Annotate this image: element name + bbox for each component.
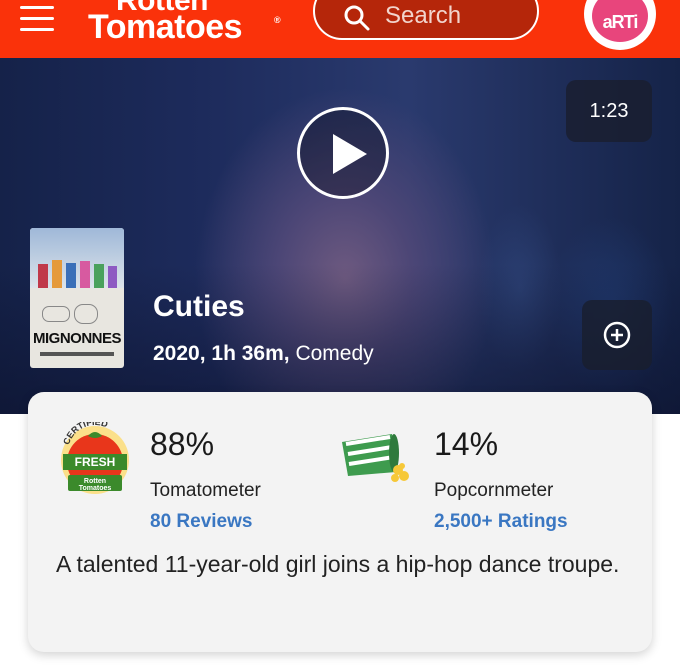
genre: Comedy [295, 342, 374, 365]
tomatometer-label: Tomatometer [150, 480, 261, 501]
search-placeholder: Search [385, 2, 462, 29]
year-runtime: 2020, 1h 36m, [153, 342, 290, 365]
movie-meta: 2020, 1h 36m, Comedy [153, 342, 374, 366]
video-hero[interactable]: 1:23 MIGNONNES Cuties 2020, 1h 36m, Come… [0, 58, 680, 414]
search-input[interactable]: Search [313, 0, 539, 40]
hamburger-menu-icon[interactable] [20, 4, 56, 32]
popcornmeter-ratings-link[interactable]: 2,500+ Ratings [434, 511, 568, 533]
svg-text:Rotten: Rotten [84, 478, 106, 485]
add-to-watchlist-button[interactable] [582, 300, 652, 370]
synopsis: A talented 11-year-old girl joins a hip-… [56, 551, 620, 577]
tomatometer-score: 88% [150, 426, 215, 462]
search-icon [344, 5, 370, 31]
play-icon [333, 134, 367, 174]
certified-fresh-icon: CERTIFIED FRESH Rotten Tomatoes [61, 422, 129, 494]
video-duration: 1:23 [566, 80, 652, 142]
plus-circle-icon [603, 321, 631, 349]
poster-title: MIGNONNES [32, 330, 122, 347]
rotten-tomatoes-logo[interactable]: Rotten Tomatoes ® [88, 0, 281, 46]
logo-line-2: Tomatoes [88, 8, 243, 46]
avatar[interactable]: aRTi [584, 0, 656, 50]
ratings-card: CERTIFIED FRESH Rotten Tomatoes 88% Toma… [28, 392, 652, 652]
spilled-popcorn-icon [342, 434, 409, 482]
movie-title: Cuties [153, 290, 245, 323]
play-button[interactable] [297, 107, 389, 199]
avatar-label: aRTi [592, 0, 648, 42]
svg-text:Tomatoes: Tomatoes [79, 485, 112, 492]
popcornmeter-label: Popcornmeter [434, 480, 554, 501]
movie-poster[interactable]: MIGNONNES [30, 228, 124, 368]
svg-text:FRESH: FRESH [75, 455, 116, 469]
tomatometer-reviews-link[interactable]: 80 Reviews [150, 511, 252, 533]
top-bar: Rotten Tomatoes ® Search aRTi [0, 0, 680, 58]
popcornmeter-score: 14% [434, 426, 499, 462]
logo-registered-mark: ® [274, 15, 281, 25]
